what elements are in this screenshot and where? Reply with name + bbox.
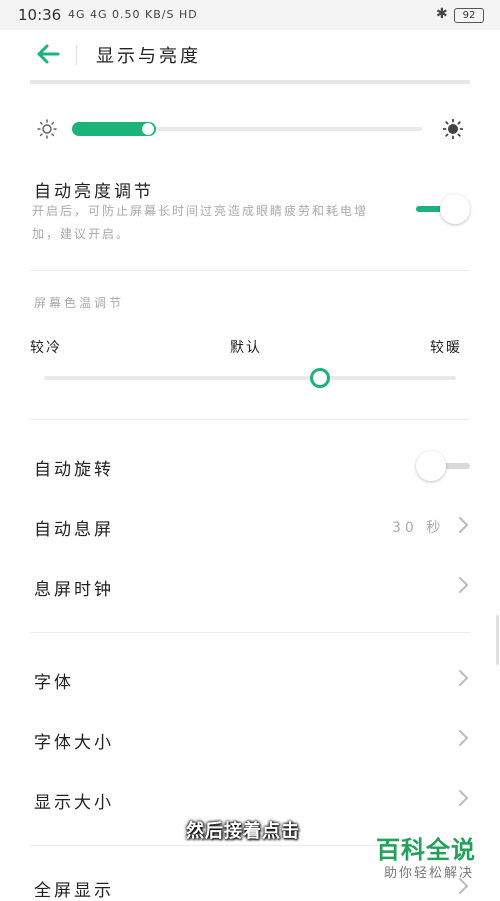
page-title: 显示与亮度 <box>96 46 201 67</box>
battery-indicator: 92 <box>454 8 484 23</box>
auto-brightness-title: 自动亮度调节 <box>34 182 154 202</box>
chevron-right-icon[interactable] <box>458 576 470 594</box>
chevron-right-icon[interactable] <box>458 669 470 687</box>
brightness-high-icon <box>443 119 463 139</box>
brightness-low-icon <box>37 119 57 139</box>
brightness-slider-thumb[interactable] <box>142 123 154 135</box>
watermark-tagline: 助你轻松解决 <box>384 866 475 881</box>
watermark-logo-text: 百科全说 <box>376 836 476 864</box>
color-temp-cool-label: 较冷 <box>30 340 62 356</box>
divider <box>30 270 470 271</box>
auto-brightness-toggle[interactable] <box>416 194 470 224</box>
status-bar: 10:36 4G 4G 0.50 KB/S HD ✱ 92 <box>0 0 500 30</box>
color-temp-slider-thumb[interactable] <box>310 368 330 388</box>
color-temp-slider-track[interactable] <box>44 376 456 380</box>
divider <box>30 419 470 420</box>
auto-rotate-title: 自动旋转 <box>34 460 114 480</box>
scroll-edge-indicator <box>496 615 499 665</box>
header-divider <box>76 45 77 65</box>
video-caption: 然后接着点击 <box>186 821 300 842</box>
auto-rotate-toggle[interactable] <box>416 451 470 481</box>
chevron-right-icon[interactable] <box>458 729 470 747</box>
auto-sleep-title: 自动息屏 <box>34 520 114 540</box>
divider <box>30 632 470 633</box>
font-title: 字体 <box>34 673 74 693</box>
auto-brightness-description: 开启后，可防止屏幕长时间过亮造成眼睛疲劳和耗电增加，建议开启。 <box>32 204 369 241</box>
auto-sleep-value: 30 秒 <box>392 520 445 536</box>
color-temp-default-label: 默认 <box>230 340 262 356</box>
bluetooth-icon: ✱ <box>436 6 448 22</box>
status-time: 10:36 <box>18 6 62 24</box>
display-size-title: 显示大小 <box>34 793 114 813</box>
color-temp-section-label: 屏幕色温调节 <box>34 296 125 310</box>
sleep-clock-title: 息屏时钟 <box>34 580 114 600</box>
chevron-right-icon[interactable] <box>458 789 470 807</box>
app-header: 显示与亮度 <box>0 30 500 80</box>
chevron-right-icon[interactable] <box>458 516 470 534</box>
color-temp-warm-label: 较暖 <box>430 340 462 356</box>
network-indicator: 4G 4G 0.50 KB/S HD <box>68 8 198 21</box>
font-size-title: 字体大小 <box>34 733 114 753</box>
header-bottom-band <box>30 80 470 84</box>
back-arrow-icon[interactable] <box>34 40 62 68</box>
